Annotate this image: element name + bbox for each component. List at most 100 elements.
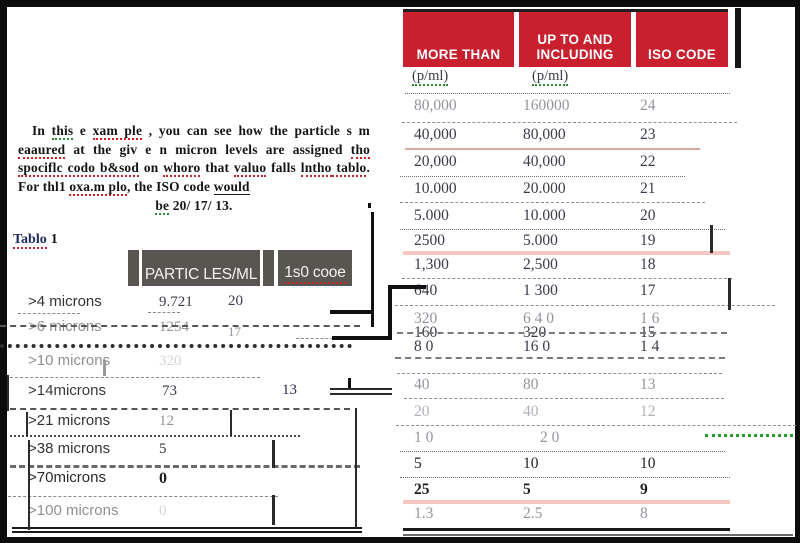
up-to-value: 5.000 xyxy=(523,232,558,249)
right-table-header-up-to-line1: UP TO AND xyxy=(537,32,613,47)
particle-count: 5 xyxy=(159,441,167,457)
connector-tick-13 xyxy=(348,378,351,388)
iso-code-value: 18 xyxy=(640,256,656,273)
particle-count: 12 xyxy=(159,413,174,429)
left-table-header-block-a xyxy=(128,250,139,286)
iso-code-value: 20 xyxy=(228,293,243,309)
up-to-value: 1 300 xyxy=(523,282,558,299)
intro-misspell-intho: lntho xyxy=(300,160,332,178)
intro-text-4: m xyxy=(358,123,371,138)
up-to-value: 80 xyxy=(523,376,539,393)
intro-text-6: on xyxy=(138,160,164,176)
more-than-value: 10.000 xyxy=(414,180,457,197)
iso-code-value: 8 xyxy=(640,505,648,522)
right-table-row-23: 40,000 80,000 23 xyxy=(400,126,740,156)
right-table-row-17: 640 1 300 17 xyxy=(400,282,740,312)
spellcheck-squiggle xyxy=(705,434,793,437)
right-table-header-iso-code: ISO CODE xyxy=(636,12,728,67)
intro-text-5: at the giv e n micron levels are assigne… xyxy=(65,141,343,157)
connector-tick-top xyxy=(368,203,371,208)
right-table-bottom-rule-2 xyxy=(403,534,793,536)
particle-count: 0 xyxy=(159,503,167,519)
connector-vertical-bracket xyxy=(388,285,392,340)
more-than-value: 1 0 xyxy=(414,429,434,446)
up-to-value: 2,500 xyxy=(523,256,558,273)
iso-code-value: 9 xyxy=(640,481,648,498)
up-to-value: 2 0 xyxy=(540,429,560,446)
intro-paragraph: In this e xam ple , you can see how the … xyxy=(18,122,370,216)
up-to-value: 10.000 xyxy=(523,207,566,224)
left-table-header-iso-code: 1s0 cooe xyxy=(278,250,352,286)
more-than-value: 1,300 xyxy=(414,256,449,273)
iso-code-value: 21 xyxy=(640,180,656,197)
more-than-value: 40,000 xyxy=(414,126,457,143)
intro-misspell-this: this xyxy=(51,123,74,140)
intro-misspell-value: valuo xyxy=(234,160,267,178)
iso-code-value: 24 xyxy=(640,97,656,114)
iso-code-value: 13 xyxy=(282,382,297,398)
micron-label: >100 microns xyxy=(28,502,119,519)
micron-label: >10 microns xyxy=(28,352,111,369)
more-than-value: 5 xyxy=(414,455,422,472)
table1-caption-number: 1 xyxy=(50,232,58,247)
more-than-value: 5.000 xyxy=(414,207,449,224)
right-table-header-up-to-line2: INCLUDING xyxy=(536,47,614,62)
right-table-units-col2: (p/ml) xyxy=(532,68,569,86)
up-to-value: 40,000 xyxy=(523,153,566,170)
left-table-bottom-rule xyxy=(12,527,362,529)
intro-text-1: In xyxy=(32,123,52,138)
particle-count: 73 xyxy=(162,383,177,399)
intro-text-2: e xyxy=(73,123,93,138)
particle-count: 0 xyxy=(159,470,167,487)
intro-misspell-measured: eaaured xyxy=(18,141,66,159)
intro-misspell-example2: oxa.m plo xyxy=(69,178,128,196)
iso-code-value: 19 xyxy=(640,232,656,249)
left-table-header-block-c xyxy=(263,250,274,286)
intro-iso-code-result: 20/ 17/ 13. xyxy=(169,198,233,214)
iso-code-value: 20 xyxy=(640,207,656,224)
more-than-value: 80,000 xyxy=(414,97,457,114)
connector-horizontal-upper xyxy=(330,310,374,314)
intro-misspell-tho: tho xyxy=(350,141,370,159)
more-than-value: 20,000 xyxy=(414,153,457,170)
intro-text-3: , you can see how the particle s xyxy=(142,123,353,138)
iso-code-value: 10 xyxy=(640,455,656,472)
up-to-value: 2.5 xyxy=(523,505,543,522)
more-than-value: 20 xyxy=(414,403,430,420)
more-than-value: 8 0 xyxy=(414,338,434,355)
intro-misspell-be: be xyxy=(155,198,170,216)
micron-label: >38 microns xyxy=(28,440,111,457)
connector-horizontal-lower xyxy=(332,336,390,340)
more-than-value: 1.3 xyxy=(414,505,434,522)
intro-text-7: that xyxy=(200,160,235,176)
micron-label: >21 microns xyxy=(28,412,111,429)
more-than-value: 25 xyxy=(414,481,430,498)
right-table-header-sidebar xyxy=(735,8,741,68)
intro-text-10: , the ISO code xyxy=(127,178,214,194)
highlight-bar-19 xyxy=(403,251,730,255)
particle-count: 1254 xyxy=(159,319,189,335)
particle-count: 320 xyxy=(159,353,182,369)
up-to-value: 10 xyxy=(523,455,539,472)
right-table-row-14: 8 0 16 0 1 4 xyxy=(400,338,740,368)
intro-text-8: falls xyxy=(266,160,296,176)
more-than-value: 2500 xyxy=(414,232,445,249)
iso-code-value: 1 4 xyxy=(640,338,660,355)
iso-code-value: 22 xyxy=(640,153,656,170)
highlight-bar-9 xyxy=(403,500,730,504)
table1-caption: Tablo 1 xyxy=(13,232,58,249)
document-canvas: In this e xam ple , you can see how the … xyxy=(0,0,800,543)
right-table-header-up-to-including: UP TO AND INCLUDING xyxy=(519,12,631,67)
micron-label: >70microns xyxy=(28,469,106,486)
right-table-bottom-rule xyxy=(403,528,730,531)
intro-misspell-table: tablo xyxy=(331,160,367,178)
intro-misspell-where: whoro xyxy=(163,160,201,178)
up-to-value: 80,000 xyxy=(523,126,566,143)
up-to-value: 160000 xyxy=(523,97,570,114)
iso-code-value: 23 xyxy=(640,126,656,143)
up-to-value: 40 xyxy=(523,403,539,420)
intro-misspell-example: xam ple xyxy=(92,123,143,140)
table1-caption-word: Tablo xyxy=(13,232,47,249)
iso-code-value: 12 xyxy=(640,403,656,420)
units-text: (p/ml) xyxy=(412,68,449,86)
